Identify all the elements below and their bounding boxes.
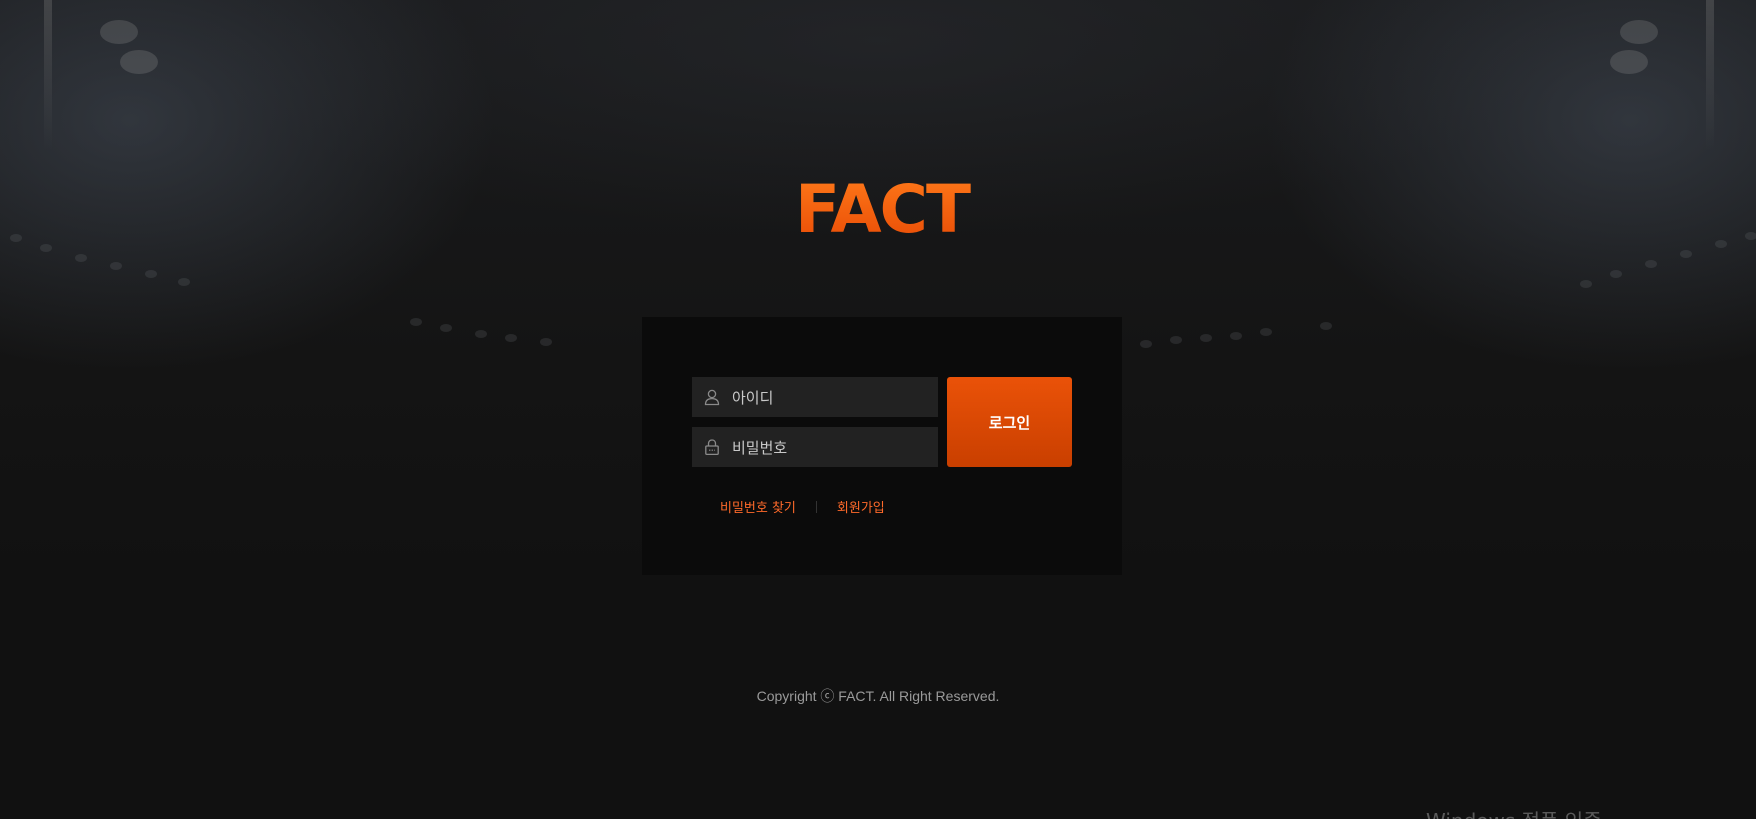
fact-logo: FACT [795,176,973,238]
crowd-light [1320,322,1332,330]
find-password-link[interactable]: 비밀번호 찾기 [720,497,796,516]
crowd-light [10,234,22,242]
sign-up-link[interactable]: 회원가입 [837,497,885,516]
crowd-light [178,278,190,286]
crowd-light [1580,280,1592,288]
crowd-light [1140,340,1152,348]
password-input[interactable]: 비밀번호 [692,427,938,467]
crowd-light [505,334,517,342]
lock-icon [702,437,722,457]
crowd-light [1170,336,1182,344]
crowd-light [410,318,422,326]
login-button[interactable]: 로그인 [947,377,1072,467]
login-panel: 아이디 비밀번호 로그인 비밀번호 찾기 회원가입 [642,317,1122,575]
left-light-fixture [120,50,158,74]
left-light-fixture [100,20,138,44]
crowd-light [110,262,122,270]
crowd-light [1680,250,1692,258]
logo-text: FACT [795,176,971,238]
id-input[interactable]: 아이디 [692,377,938,417]
account-links: 비밀번호 찾기 회원가입 [720,497,885,516]
crowd-light [1645,260,1657,268]
crowd-light [540,338,552,346]
crowd-light [40,244,52,252]
crowd-light [440,324,452,332]
crowd-light [1610,270,1622,278]
crowd-light [1200,334,1212,342]
crowd-light [75,254,87,262]
crowd-light [145,270,157,278]
left-light-pole [44,0,52,150]
password-placeholder: 비밀번호 [732,438,788,457]
crowd-light [1260,328,1272,336]
right-light-fixture [1610,50,1648,74]
user-icon [702,387,722,407]
right-light-pole [1706,0,1714,150]
link-divider [815,500,817,513]
crowd-light [1230,332,1242,340]
crowd-light [475,330,487,338]
page-background: FACT 아이디 비밀번호 로그인 비밀번호 찾기 회원가입 Copyright… [0,0,1756,819]
copyright-text: Copyright ⓒ FACT. All Right Reserved. [756,688,1000,704]
id-placeholder: 아이디 [732,388,774,407]
right-light-fixture [1620,20,1658,44]
crowd-light [1745,232,1756,240]
windows-activation-watermark: Windows 정품 인증 [1426,805,1602,819]
crowd-light [1715,240,1727,248]
